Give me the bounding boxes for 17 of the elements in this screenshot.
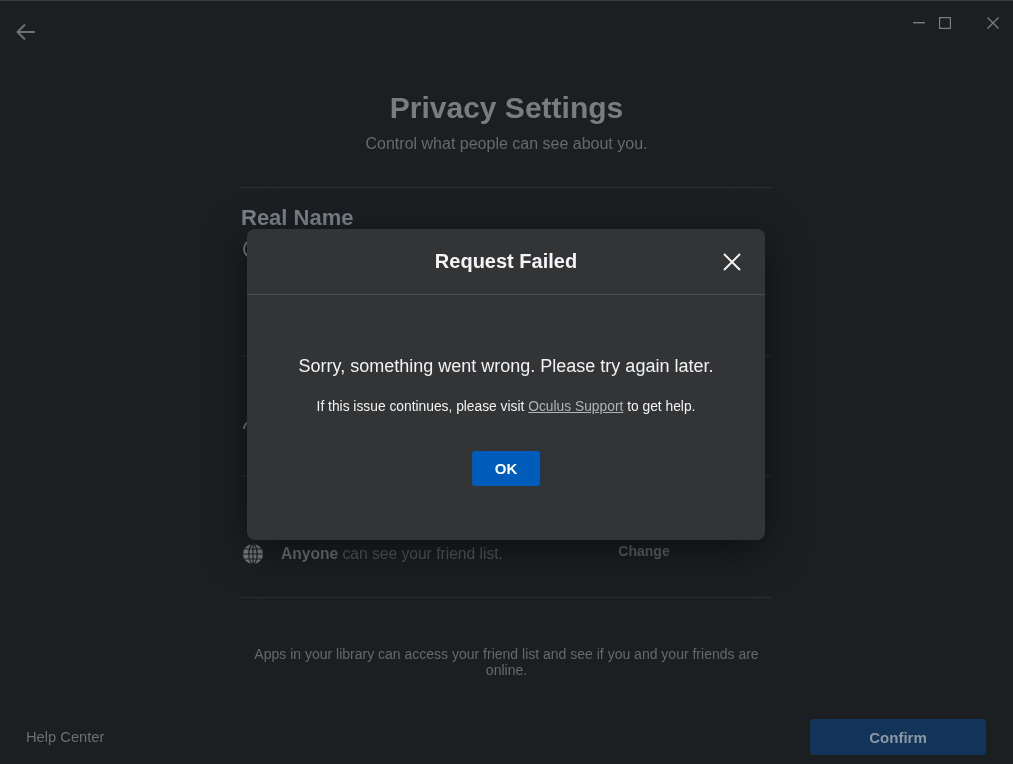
error-message: Sorry, something went wrong. Please try again later. <box>298 355 714 377</box>
close-icon[interactable] <box>723 252 741 271</box>
help-center-link[interactable]: Help Center <box>26 729 105 745</box>
confirm-button[interactable]: Confirm <box>810 719 986 755</box>
page-subtitle: Control what people can see about you. <box>364 134 649 154</box>
ok-button[interactable]: OK <box>472 451 540 486</box>
page-title: Privacy Settings <box>388 90 625 126</box>
minimize-icon[interactable] <box>913 22 925 24</box>
close-window-icon[interactable] <box>987 17 999 29</box>
support-link[interactable]: Oculus Support <box>528 399 624 414</box>
section-heading: Real Name <box>241 207 355 229</box>
back-icon[interactable] <box>16 23 36 41</box>
maximize-icon[interactable] <box>939 17 951 29</box>
globe-icon <box>242 543 264 565</box>
dialog-title: Request Failed <box>434 250 578 273</box>
footnote-text: Apps in your library can access your friend list and see if you and your friends are online. <box>253 646 760 678</box>
help-text: If this issue continues, please visit Oculus Support to get help. <box>316 398 696 415</box>
